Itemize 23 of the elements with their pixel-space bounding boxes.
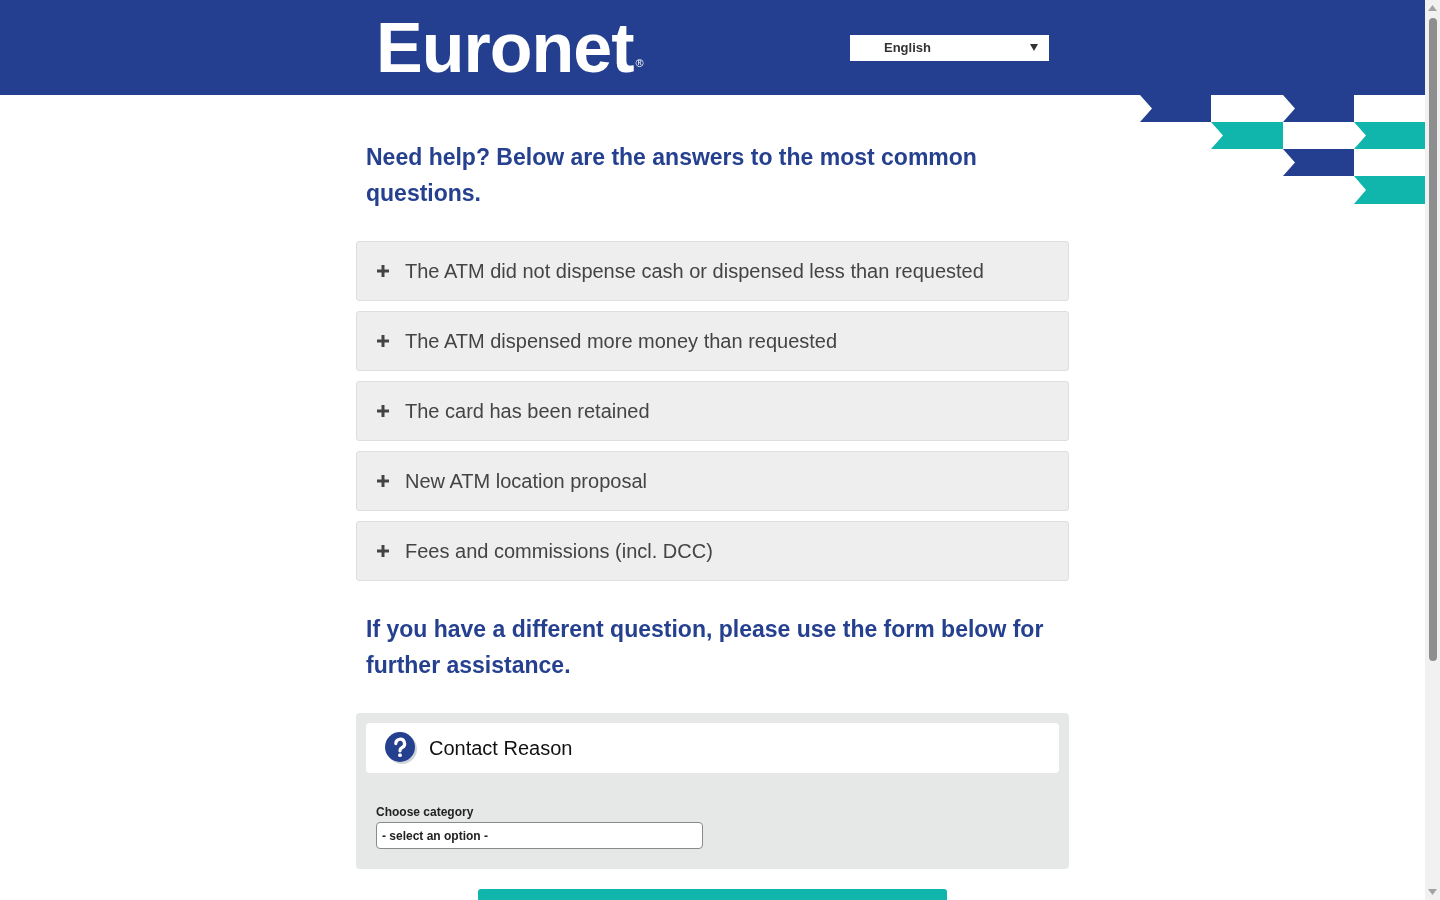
plus-icon — [377, 475, 389, 487]
plus-icon — [377, 405, 389, 417]
category-select[interactable]: - select an option - — [376, 822, 703, 849]
plus-icon — [377, 335, 389, 347]
help-icon — [385, 732, 417, 764]
faq-item[interactable]: The ATM dispensed more money than requested — [356, 311, 1069, 371]
faq-heading: Need help? Below are the answers to the most common questions. — [365, 143, 978, 208]
scrollbar-thumb[interactable] — [1428, 18, 1437, 661]
plus-icon — [377, 265, 389, 277]
faq-item[interactable]: Fees and commissions (incl. DCC) — [356, 521, 1069, 581]
brand-logo: Euronet — [376, 12, 634, 83]
form-title: Contact Reason — [429, 736, 573, 761]
contact-heading: If you have a different question, please use the form below for further assistance. — [365, 615, 1045, 680]
caret-icon — [1030, 44, 1038, 51]
plus-icon — [377, 545, 389, 557]
faq-item[interactable]: The ATM did not dispense cash or dispensed less than requested — [356, 241, 1069, 301]
registered-mark: ® — [635, 57, 644, 69]
scroll-down-icon[interactable] — [1428, 889, 1437, 895]
field-label: Choose category — [376, 804, 475, 820]
language-select[interactable]: English — [850, 34, 1049, 61]
faq-item[interactable]: New ATM location proposal — [356, 451, 1069, 511]
scroll-up-icon[interactable] — [1428, 5, 1437, 11]
faq-item[interactable]: The card has been retained — [356, 381, 1069, 441]
